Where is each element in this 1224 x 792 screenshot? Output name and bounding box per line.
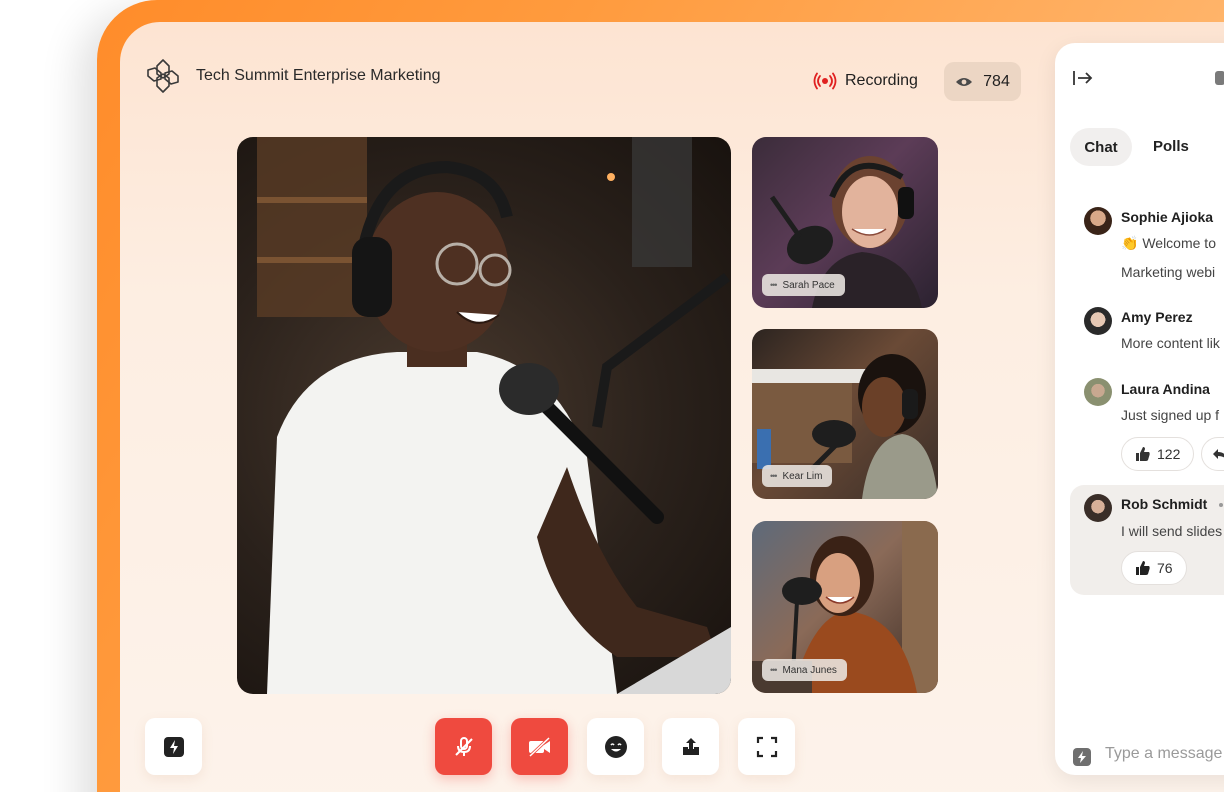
fullscreen-button[interactable] bbox=[738, 718, 795, 775]
participant-tile[interactable]: ••• Mana Junes bbox=[752, 521, 938, 693]
fullscreen-icon bbox=[756, 736, 777, 757]
dots-icon: ••• bbox=[770, 665, 778, 675]
message-author: Rob Schmidt bbox=[1121, 496, 1208, 512]
participant-name: Kear Lim bbox=[782, 470, 823, 482]
participant-name: Mana Junes bbox=[782, 664, 837, 676]
like-count: 76 bbox=[1157, 560, 1173, 576]
participant-name-tag: ••• Sarah Pace bbox=[762, 274, 845, 296]
bolt-icon bbox=[163, 736, 184, 757]
recording-indicator: Recording bbox=[813, 72, 918, 90]
avatar bbox=[1084, 378, 1112, 406]
participant-tile[interactable]: ••• Sarah Pace bbox=[752, 137, 938, 308]
viewer-count: 784 bbox=[983, 72, 1010, 90]
reply-icon bbox=[1213, 449, 1224, 459]
message-text: I will send slides bbox=[1121, 523, 1223, 539]
mute-mic-button[interactable] bbox=[435, 718, 492, 775]
avatar bbox=[1084, 307, 1112, 335]
collapse-panel-icon[interactable] bbox=[1072, 69, 1094, 87]
chat-panel: Chat Polls Sophie Ajioka 👏 Welcome to Ma… bbox=[1055, 43, 1224, 775]
camera-off-icon bbox=[528, 736, 550, 757]
like-reaction[interactable]: 76 bbox=[1121, 551, 1187, 585]
message-text: More content lik bbox=[1121, 335, 1220, 351]
separator-dot bbox=[1219, 503, 1223, 507]
thumbs-up-icon bbox=[1136, 447, 1150, 461]
eye-icon bbox=[956, 77, 973, 86]
recording-icon bbox=[813, 72, 837, 90]
dots-icon: ••• bbox=[770, 280, 778, 290]
participant-name-tag: ••• Mana Junes bbox=[762, 659, 847, 681]
reply-reaction[interactable] bbox=[1201, 437, 1224, 471]
thumbs-up-icon bbox=[1136, 561, 1150, 575]
tab-chat[interactable]: Chat bbox=[1070, 128, 1132, 166]
participant-tile[interactable]: ••• Kear Lim bbox=[752, 329, 938, 499]
avatar bbox=[1084, 494, 1112, 522]
message-text: Marketing webi bbox=[1121, 264, 1216, 280]
bolt-icon[interactable] bbox=[1073, 748, 1091, 766]
recording-label: Recording bbox=[845, 72, 918, 89]
mic-off-icon bbox=[454, 736, 473, 756]
participant-name-tag: ••• Kear Lim bbox=[762, 465, 833, 487]
quick-actions-button[interactable] bbox=[145, 718, 202, 775]
tab-polls[interactable]: Polls bbox=[1153, 138, 1189, 155]
logo-icon bbox=[147, 59, 179, 93]
message-author: Laura Andina bbox=[1121, 381, 1210, 397]
page-title: Tech Summit Enterprise Marketing bbox=[196, 67, 441, 84]
message-text: 👏 Welcome to bbox=[1121, 235, 1216, 251]
participant-name: Sarah Pace bbox=[782, 279, 835, 291]
message-text: Just signed up f bbox=[1121, 407, 1220, 423]
pin-icon[interactable] bbox=[1215, 71, 1224, 85]
camera-off-button[interactable] bbox=[511, 718, 568, 775]
message-author: Sophie Ajioka bbox=[1121, 209, 1214, 225]
main-speaker-video[interactable] bbox=[237, 137, 731, 694]
viewer-count-badge: 784 bbox=[944, 62, 1021, 101]
avatar bbox=[1084, 207, 1112, 235]
speaker-figure bbox=[257, 137, 731, 694]
like-count: 122 bbox=[1157, 446, 1181, 462]
share-button[interactable] bbox=[662, 718, 719, 775]
emoji-icon bbox=[604, 735, 627, 758]
dots-icon: ••• bbox=[770, 471, 778, 481]
share-icon bbox=[682, 737, 699, 755]
like-reaction[interactable]: 122 bbox=[1121, 437, 1195, 471]
message-input[interactable] bbox=[1105, 745, 1224, 763]
reactions-button[interactable] bbox=[587, 718, 644, 775]
message-author: Amy Perez bbox=[1121, 309, 1193, 325]
